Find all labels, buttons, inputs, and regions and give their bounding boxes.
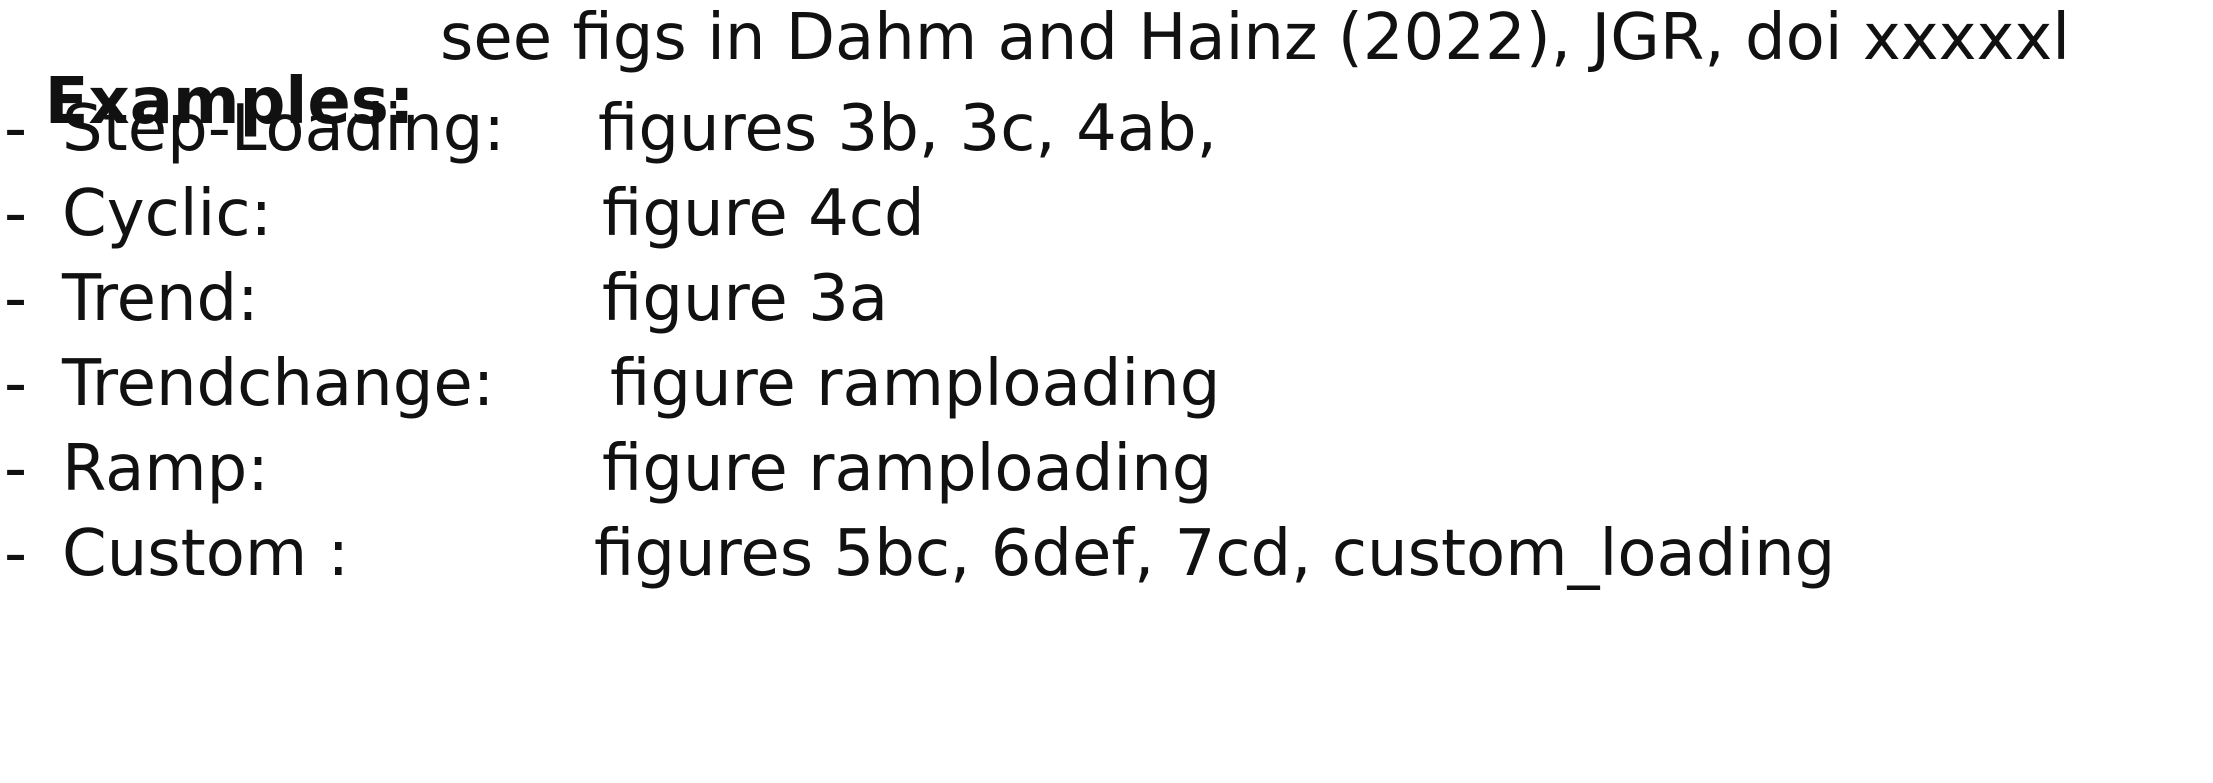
list-item-label: Custom : [62,517,350,591]
list-item-dash: - [4,347,28,421]
list-item-value: figure 4cd [602,177,925,251]
list-item-dash: - [4,177,28,251]
list-item-value: figures 3b, 3c, 4ab, [598,92,1217,166]
list-item-value: figure 3a [602,262,889,336]
list-item-dash: - [4,432,28,506]
list-item-value: figure ramploading [610,347,1221,421]
list-item-value: figures 5bc, 6def, 7cd, custom_loading [594,517,1836,591]
list-item-dash: - [4,262,28,336]
list-item-custom: - Custom : figures 5bc, 6def, 7cd, custo… [4,517,1835,778]
list-item-label: Step-Loading: [62,92,505,166]
list-item-label: Cyclic: [62,177,273,251]
list-item-dash: - [4,92,28,166]
list-item-value: figure ramploading [602,432,1213,506]
list-item-label: Ramp: [62,432,269,506]
list-item-label: Trend: [62,262,259,336]
list-item-dash: - [4,517,28,591]
examples-heading-text: see figs in Dahm and Hainz (2022), JGR, … [440,1,2071,75]
list-item-label: Trendchange: [62,347,495,421]
